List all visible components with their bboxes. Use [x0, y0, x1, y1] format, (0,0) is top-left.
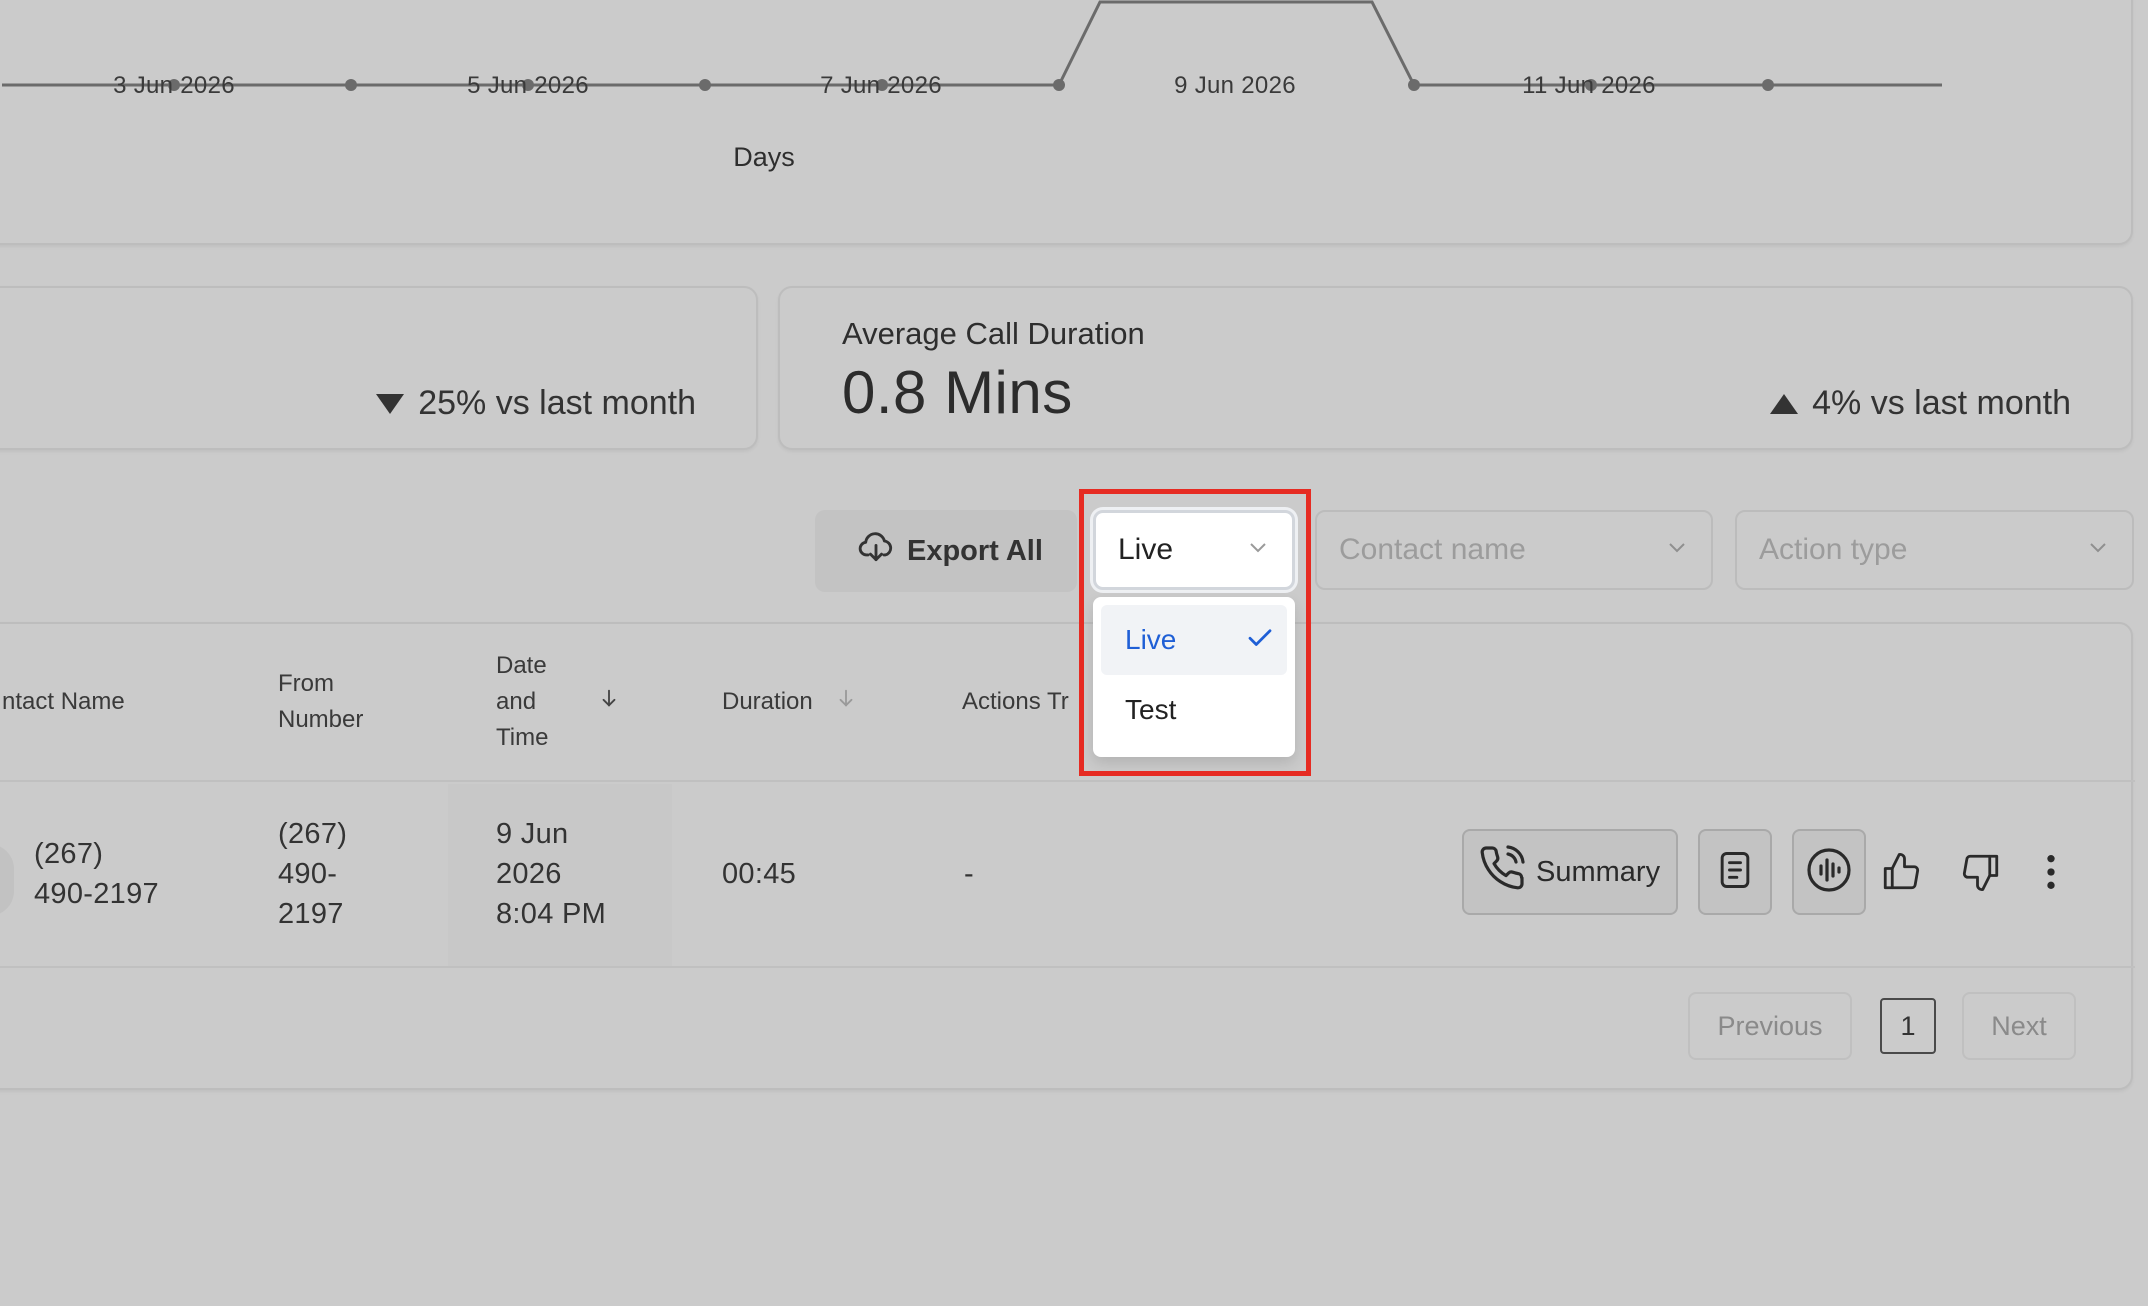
action-type-placeholder: Action type [1759, 533, 1908, 566]
thumbs-down-icon[interactable] [1958, 849, 2004, 895]
column-header-label: From [278, 670, 334, 697]
checkmark-icon [1245, 622, 1275, 659]
cell-text: 490-2197 [34, 878, 159, 910]
column-header-label: and [496, 688, 537, 715]
chevron-down-icon [2086, 533, 2110, 567]
cell-text: 490- [278, 858, 338, 890]
column-header-label: Number [278, 706, 364, 733]
cell-text: 9 Jun [496, 818, 569, 850]
contact-name-placeholder: Contact name [1339, 533, 1526, 566]
cell-contact-name: (267) 490-2197 [34, 834, 159, 914]
summary-label: Summary [1536, 855, 1661, 888]
trend-text: 4% vs last month [1812, 384, 2071, 422]
calls-table: ntact Name From Number Date and Time Dur… [0, 622, 2135, 1090]
more-options-icon[interactable] [2028, 849, 2074, 895]
trend-up-icon [1770, 393, 1799, 414]
column-header-label: Time [496, 724, 549, 751]
sort-arrow-down-icon[interactable] [835, 684, 857, 720]
cell-from-number: (267) 490- 2197 [278, 814, 347, 934]
column-header-contact-name[interactable]: ntact Name [2, 684, 125, 720]
dropdown-option-test[interactable]: Test [1101, 675, 1287, 745]
chevron-down-icon [1246, 533, 1270, 567]
x-tick-label: 11 Jun 2026 [1522, 72, 1656, 99]
stat-card-avg-duration: Average Call Duration 0.8 Mins 4% vs las… [778, 286, 2133, 450]
summary-button[interactable]: Summary [1462, 829, 1678, 915]
phone-call-icon [1478, 844, 1526, 900]
transcript-button[interactable] [1698, 829, 1772, 915]
column-header-from-number[interactable]: From Number [278, 666, 363, 738]
cell-actions-triggered: - [964, 858, 974, 890]
thumbs-up-icon[interactable] [1878, 849, 1924, 895]
divider [0, 780, 2135, 782]
environment-dropdown-menu: Live Test [1093, 597, 1295, 757]
column-header-date-time[interactable]: Date and Time [496, 648, 620, 756]
next-page-button[interactable]: Next [1962, 992, 2076, 1060]
column-header-label: Duration [722, 688, 813, 715]
calls-line-chart [2, 0, 1942, 91]
cell-text: 2197 [278, 898, 344, 930]
data-point[interactable] [1408, 79, 1420, 91]
column-header-label: Actions Tr [962, 688, 1069, 715]
avatar [0, 844, 14, 916]
column-header-actions-triggered[interactable]: Actions Tr [962, 684, 1069, 720]
data-point[interactable] [1053, 79, 1065, 91]
x-tick-label: 7 Jun 2026 [820, 72, 942, 99]
column-header-label: ntact Name [2, 688, 125, 715]
cell-text: 2026 [496, 858, 562, 890]
stat-value: 0.8 Mins [842, 359, 1073, 426]
contact-name-select[interactable]: Contact name [1315, 510, 1713, 590]
data-point[interactable] [345, 79, 357, 91]
environment-select[interactable]: Live [1093, 510, 1295, 590]
export-all-button[interactable]: Export All [815, 510, 1077, 592]
cell-text: (267) [34, 838, 104, 870]
chevron-down-icon [1665, 533, 1689, 567]
x-tick-label: 3 Jun 2026 [113, 72, 235, 99]
trend-down-icon [376, 393, 405, 414]
cell-text: (267) [278, 818, 348, 850]
column-header-duration[interactable]: Duration [722, 684, 857, 720]
export-all-label: Export All [907, 534, 1043, 567]
calls-chart-card: 3 Jun 2026 5 Jun 2026 7 Jun 2026 9 Jun 2… [0, 0, 2133, 245]
action-type-select[interactable]: Action type [1735, 510, 2134, 590]
document-icon [1713, 848, 1757, 897]
call-analytics-page: 3 Jun 2026 5 Jun 2026 7 Jun 2026 9 Jun 2… [0, 0, 2148, 1306]
trend-text: 25% vs last month [418, 384, 696, 422]
cell-date-time: 9 Jun 2026 8:04 PM [496, 814, 606, 934]
divider [0, 966, 2135, 968]
stat-card-calls: 25% vs last month [0, 286, 758, 450]
page-number-current[interactable]: 1 [1880, 998, 1936, 1054]
option-label: Live [1125, 624, 1177, 655]
dropdown-option-live[interactable]: Live [1101, 605, 1287, 675]
x-tick-label: 9 Jun 2026 [1174, 72, 1296, 99]
trend-indicator: 4% vs last month [1770, 384, 2071, 423]
cell-text: 8:04 PM [496, 898, 607, 930]
audio-waveform-icon [1805, 846, 1853, 899]
environment-select-value: Live [1118, 533, 1174, 566]
x-axis-title: Days [733, 142, 795, 172]
data-point[interactable] [1762, 79, 1774, 91]
column-header-label: Date [496, 652, 547, 679]
cell-duration: 00:45 [722, 858, 797, 890]
option-label: Test [1125, 694, 1177, 725]
data-point[interactable] [699, 79, 711, 91]
cloud-download-icon [857, 528, 895, 574]
previous-page-button[interactable]: Previous [1688, 992, 1852, 1060]
x-tick-label: 5 Jun 2026 [467, 72, 589, 99]
trend-indicator: 25% vs last month [376, 384, 696, 423]
stat-title: Average Call Duration [842, 316, 1145, 351]
recording-button[interactable] [1792, 829, 1866, 915]
sort-arrow-down-icon[interactable] [598, 684, 620, 720]
